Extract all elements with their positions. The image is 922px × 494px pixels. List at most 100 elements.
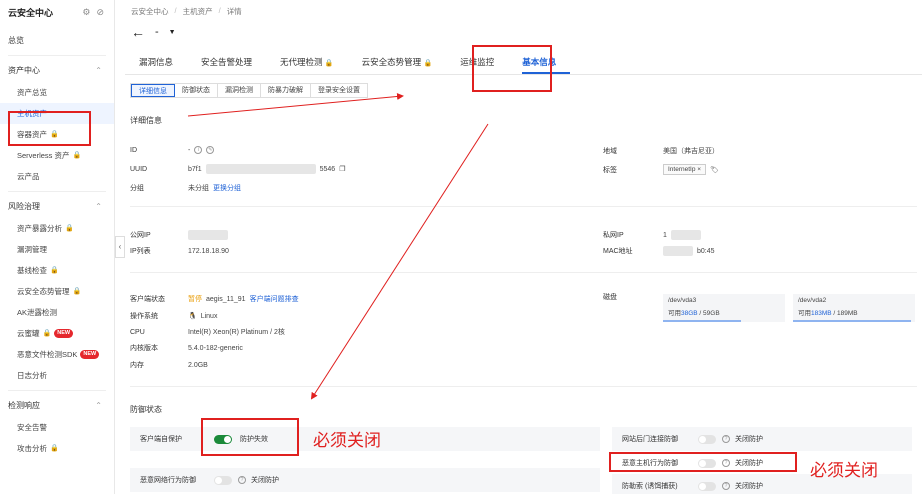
memory-row: 内存 2.0GB [130,360,208,370]
mac-label: MAC地址 [603,248,633,255]
item-label: 云安全态势管理 [17,287,70,296]
sidebar-item-overview[interactable]: 总览 [0,30,114,51]
close-icon[interactable]: × [697,166,701,173]
tab-cspm[interactable]: 云安全态势管理 🔒 [362,50,447,74]
toggle-switch[interactable] [214,475,232,485]
copy-icon[interactable]: ❐ [339,165,345,173]
sidebar-collapse-button[interactable]: ‹ [115,236,125,258]
item-label: 攻击分析 [17,444,47,453]
tab-agentless[interactable]: 无代理检测 🔒 [280,50,348,74]
protection-malicious-network: 恶意网络行为防御 ? 关闭防护 [130,468,600,492]
eye-off-icon[interactable]: ⊘ [96,7,104,18]
tab-label: 漏洞信息 [139,57,174,67]
breadcrumb-item[interactable]: 云安全中心 [131,6,169,17]
sidebar-item-baseline-check[interactable]: 基线检查 🔒 [0,260,114,281]
cpu-value: Intel(R) Xeon(R) Platinum / 2核 [188,329,285,336]
change-group-link[interactable]: 更换分组 [213,183,241,193]
breadcrumb-item[interactable]: 主机资产 [183,6,213,17]
lock-icon: 🔒 [50,267,59,274]
client-troubleshoot-link[interactable]: 客户端问题排查 [250,294,299,304]
toggle-switch[interactable] [698,481,716,491]
protection-webshell: 网站后门连接防御 ? 关闭防护 [612,427,912,451]
disk-name: /dev/vda3 [668,297,697,304]
lock-icon: 🔒 [72,288,82,295]
disk-used: 183MB [811,310,832,317]
tag-chip[interactable]: InternetIp × [663,164,707,175]
item-label: 资产暴露分析 [17,224,62,233]
divider [130,386,917,387]
disk-usage-bar [793,320,912,322]
subtab-brute-force[interactable]: 防暴力破解 [261,84,311,97]
divider [130,206,917,207]
sidebar: 云安全中心 ⚙ ⊘ 总览 资产中心 ⌃ 资产总览 主机资产 容器资产 🔒 Serve… [0,0,115,494]
gear-icon[interactable]: ⚙ [82,7,90,18]
kernel-value: 5.4.0-182-generic [188,344,243,352]
protection-state: 关闭防护 [735,436,763,443]
annotation-box-client-self [201,418,299,456]
memory-value: 2.0GB [188,361,208,369]
group-label: 资产中心 [8,66,40,75]
tab-label: 安全告警处理 [201,57,253,67]
sidebar-item-cloud-products[interactable]: 云产品 [0,166,114,187]
sidebar-item-honeypot[interactable]: 云蜜罐 🔒 NEW [0,323,114,344]
sidebar-item-vuln-management[interactable]: 漏洞管理 [0,239,114,260]
protection-state: 关闭防护 [735,483,763,490]
lock-icon: 🔒 [65,225,74,232]
item-label: 基线检查 [17,266,47,275]
sidebar-item-log-analysis[interactable]: 日志分析 [0,365,114,386]
sidebar-item-ak-leak[interactable]: AK泄露检测 [0,302,114,323]
group-value: 未分组 [188,185,209,192]
os-value: Linux [200,312,218,320]
sidebar-group-risk-governance[interactable]: 风险治理 ⌃ [0,196,114,218]
disk-card: /dev/vda3 可用38GB / 59GB [663,294,785,322]
annotation-box-malicious-host [609,452,797,472]
caret-down-icon[interactable]: ▼ [169,29,176,36]
mac-row: MAC地址 b0:45 [603,246,715,256]
help-icon[interactable]: ? [722,435,730,443]
page-title: - [155,26,159,38]
lock-icon: 🔒 [324,60,334,67]
sidebar-group-detection-response[interactable]: 检测响应 ⌃ [0,395,114,417]
sidebar-item-attack-analysis[interactable]: 攻击分析 🔒 [0,438,114,459]
subtab-vuln-detect[interactable]: 漏洞检测 [218,84,261,97]
sidebar-item-asset-overview[interactable]: 资产总览 [0,82,114,103]
subtab-details[interactable]: 详细信息 [131,84,175,97]
protection-label: 网站后门连接防御 [622,436,678,443]
kernel-row: 内核版本 5.4.0-182-generic [130,343,243,353]
sidebar-group-asset-center[interactable]: 资产中心 ⌃ [0,60,114,82]
id-label: ID [130,146,137,154]
group-label: 检测响应 [8,401,40,410]
kernel-label: 内核版本 [130,345,158,352]
sidebar-item-security-alerts[interactable]: 安全告警 [0,417,114,438]
tag-icon[interactable]: 🏷 [710,166,719,174]
tab-alert-handling[interactable]: 安全告警处理 [201,50,266,74]
tab-label: 云安全态势管理 [361,57,422,67]
back-arrow-icon[interactable]: ← [131,24,145,40]
divider [130,272,917,273]
sidebar-item-serverless-assets[interactable]: Serverless 资产 🔒 [0,145,114,166]
client-status-label: 客户端状态 [130,296,165,303]
subtab-login-security[interactable]: 登录安全设置 [311,84,367,97]
help-icon[interactable]: ? [722,482,730,490]
info-icon[interactable]: i [194,146,203,154]
sidebar-item-cspm[interactable]: 云安全态势管理 🔒 [0,281,114,302]
item-label: 安全告警 [17,423,47,432]
group-row: 分组 未分组 更换分组 [130,183,241,193]
subtab-defense-status[interactable]: 防御状态 [175,84,218,97]
sidebar-item-exposure-analysis[interactable]: 资产暴露分析 🔒 [0,218,114,239]
tag-row: 标签 InternetIp × 🏷 [603,164,719,175]
uuid-row: UUID b7f1 5546 ❐ [130,164,345,174]
toggle-switch[interactable] [698,434,716,444]
sidebar-item-malware-sdk[interactable]: 恶意文件检测SDK NEW [0,344,114,365]
cpu-row: CPU Intel(R) Xeon(R) Platinum / 2核 [130,327,285,337]
tab-vuln-info[interactable]: 漏洞信息 [139,50,187,74]
help-icon[interactable]: ? [238,476,246,484]
edit-icon[interactable]: ✎ [206,146,215,154]
private-ip-label: 私网IP [603,232,624,239]
public-ip-row: 公网IP [130,230,228,240]
redacted-block [670,230,701,240]
sub-tabs: 详细信息 防御状态 漏洞检测 防暴力破解 登录安全设置 [130,83,368,98]
item-label: 云产品 [17,172,40,181]
region-label: 地域 [603,148,617,155]
ip-list-row: IP列表 172.18.18.90 [130,246,229,256]
